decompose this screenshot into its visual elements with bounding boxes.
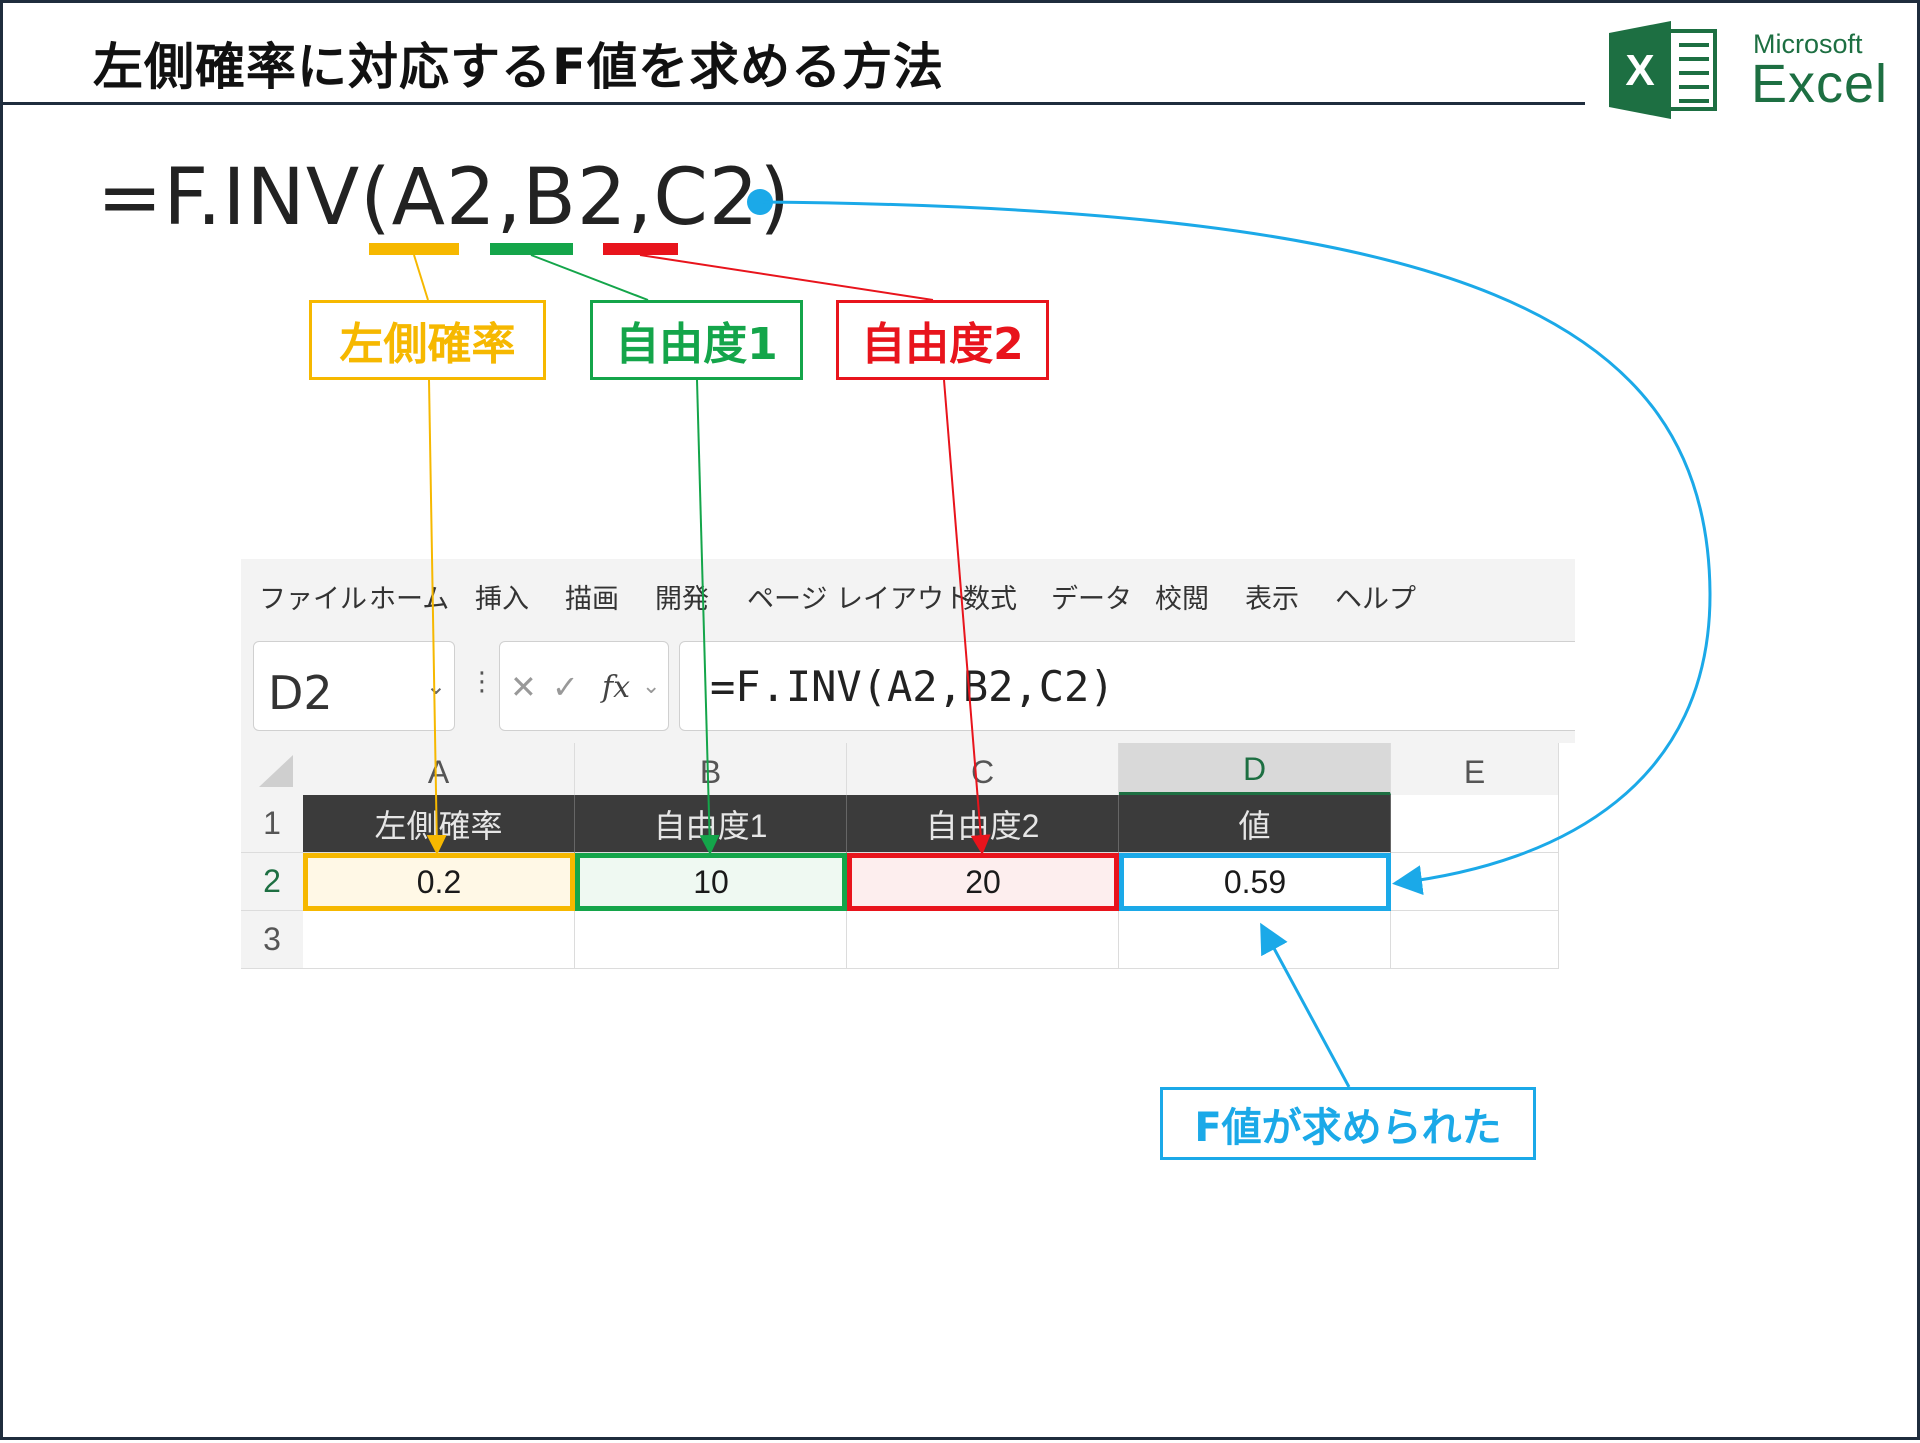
formula-arg-b2: B2 <box>522 153 628 243</box>
label-f-value-result: F値が求められた <box>1160 1087 1536 1160</box>
column-header-a[interactable]: A <box>303 743 575 795</box>
tab-page-layout[interactable]: ページ レイアウト <box>747 577 971 616</box>
title-divider <box>3 102 1585 105</box>
row-header-3[interactable]: 3 <box>241 911 303 969</box>
more-options-icon[interactable]: ⋮ <box>469 667 495 697</box>
formula-arg-c2: C2 <box>653 153 760 243</box>
tab-insert[interactable]: 挿入 <box>475 577 529 616</box>
cell-c1[interactable]: 自由度2 <box>847 795 1119 853</box>
underline-b2 <box>490 243 573 255</box>
cell-d3[interactable] <box>1119 911 1391 969</box>
ribbon-tabs: ファイル ホーム 挿入 描画 開発 ページ レイアウト 数式 データ 校閲 表示… <box>241 559 1575 627</box>
logo-excel-text: Excel <box>1751 54 1889 114</box>
label-left-probability: 左側確率 <box>309 300 546 380</box>
chevron-down-icon[interactable]: ⌄ <box>426 672 446 700</box>
cell-a2[interactable]: 0.2 <box>303 853 575 911</box>
cancel-icon[interactable]: ✕ <box>510 668 537 706</box>
formula-arg-a2: A2 <box>391 153 497 243</box>
formula-sep: , <box>627 153 654 243</box>
cell-c3[interactable] <box>847 911 1119 969</box>
connector-b2-label <box>530 254 649 301</box>
row-header-1[interactable]: 1 <box>241 795 303 853</box>
column-header-e[interactable]: E <box>1391 743 1559 795</box>
label-dof1: 自由度1 <box>590 300 803 380</box>
cell-b1[interactable]: 自由度1 <box>575 795 847 853</box>
tab-review[interactable]: 校閲 <box>1155 577 1209 616</box>
cell-d1[interactable]: 値 <box>1119 795 1391 853</box>
check-icon[interactable]: ✓ <box>552 668 579 706</box>
cell-c2[interactable]: 20 <box>847 853 1119 911</box>
formula-input[interactable]: =F.INV(A2,B2,C2) <box>679 641 1575 731</box>
cell-e1[interactable] <box>1391 795 1559 853</box>
slide-frame: 左側確率に対応するF値を求める方法 X Microsoft Excel =F.I… <box>0 0 1920 1440</box>
tab-help[interactable]: ヘルプ <box>1335 577 1416 616</box>
cell-e3[interactable] <box>1391 911 1559 969</box>
column-header-d[interactable]: D <box>1119 743 1391 795</box>
select-all-corner[interactable] <box>241 743 303 795</box>
name-box[interactable]: D2 ⌄ <box>253 641 455 731</box>
cell-b3[interactable] <box>575 911 847 969</box>
excel-logo-letter: X <box>1625 46 1654 95</box>
corner-triangle-icon <box>259 755 293 787</box>
slide-title: 左側確率に対応するF値を求める方法 <box>93 38 945 96</box>
formula-bar-buttons: ✕ ✓ fx ⌄ <box>499 641 669 731</box>
tab-formulas[interactable]: 数式 <box>963 577 1017 616</box>
column-header-c[interactable]: C <box>847 743 1119 795</box>
spreadsheet-grid: A B C D E 1 2 3 左側確率 自由度1 自由度2 値 0.2 10 … <box>241 743 1575 985</box>
excel-logo-icon: X <box>1609 21 1717 119</box>
result-arrow-origin-dot <box>747 189 773 215</box>
tab-view[interactable]: 表示 <box>1245 577 1299 616</box>
tab-data[interactable]: データ <box>1051 577 1132 616</box>
underline-a2 <box>369 243 459 255</box>
label-dof2: 自由度2 <box>836 300 1049 380</box>
connector-a2-label <box>413 254 429 301</box>
formula-sep: , <box>496 153 523 243</box>
tab-file[interactable]: ファイル <box>259 577 367 616</box>
formula-input-text: =F.INV(A2,B2,C2) <box>710 662 1115 711</box>
formula-display: =F.INV(A2,B2,C2) <box>97 153 791 243</box>
underline-c2 <box>603 243 678 255</box>
chevron-down-icon[interactable]: ⌄ <box>642 674 660 699</box>
name-box-value: D2 <box>268 666 333 720</box>
fx-icon[interactable]: fx <box>602 670 630 705</box>
tab-developer[interactable]: 開発 <box>655 577 709 616</box>
cell-a3[interactable] <box>303 911 575 969</box>
connector-c2-label <box>639 254 934 301</box>
row-header-2[interactable]: 2 <box>241 853 303 911</box>
excel-window: ファイル ホーム 挿入 描画 開発 ページ レイアウト 数式 データ 校閲 表示… <box>241 559 1575 985</box>
tab-draw[interactable]: 描画 <box>565 577 619 616</box>
cell-d2-selected[interactable]: 0.59 <box>1119 853 1391 911</box>
cell-a1[interactable]: 左側確率 <box>303 795 575 853</box>
formula-prefix: =F.INV( <box>97 153 392 243</box>
tab-home[interactable]: ホーム <box>369 577 449 616</box>
column-header-b[interactable]: B <box>575 743 847 795</box>
cell-b2[interactable]: 10 <box>575 853 847 911</box>
cell-e2[interactable] <box>1391 853 1559 911</box>
